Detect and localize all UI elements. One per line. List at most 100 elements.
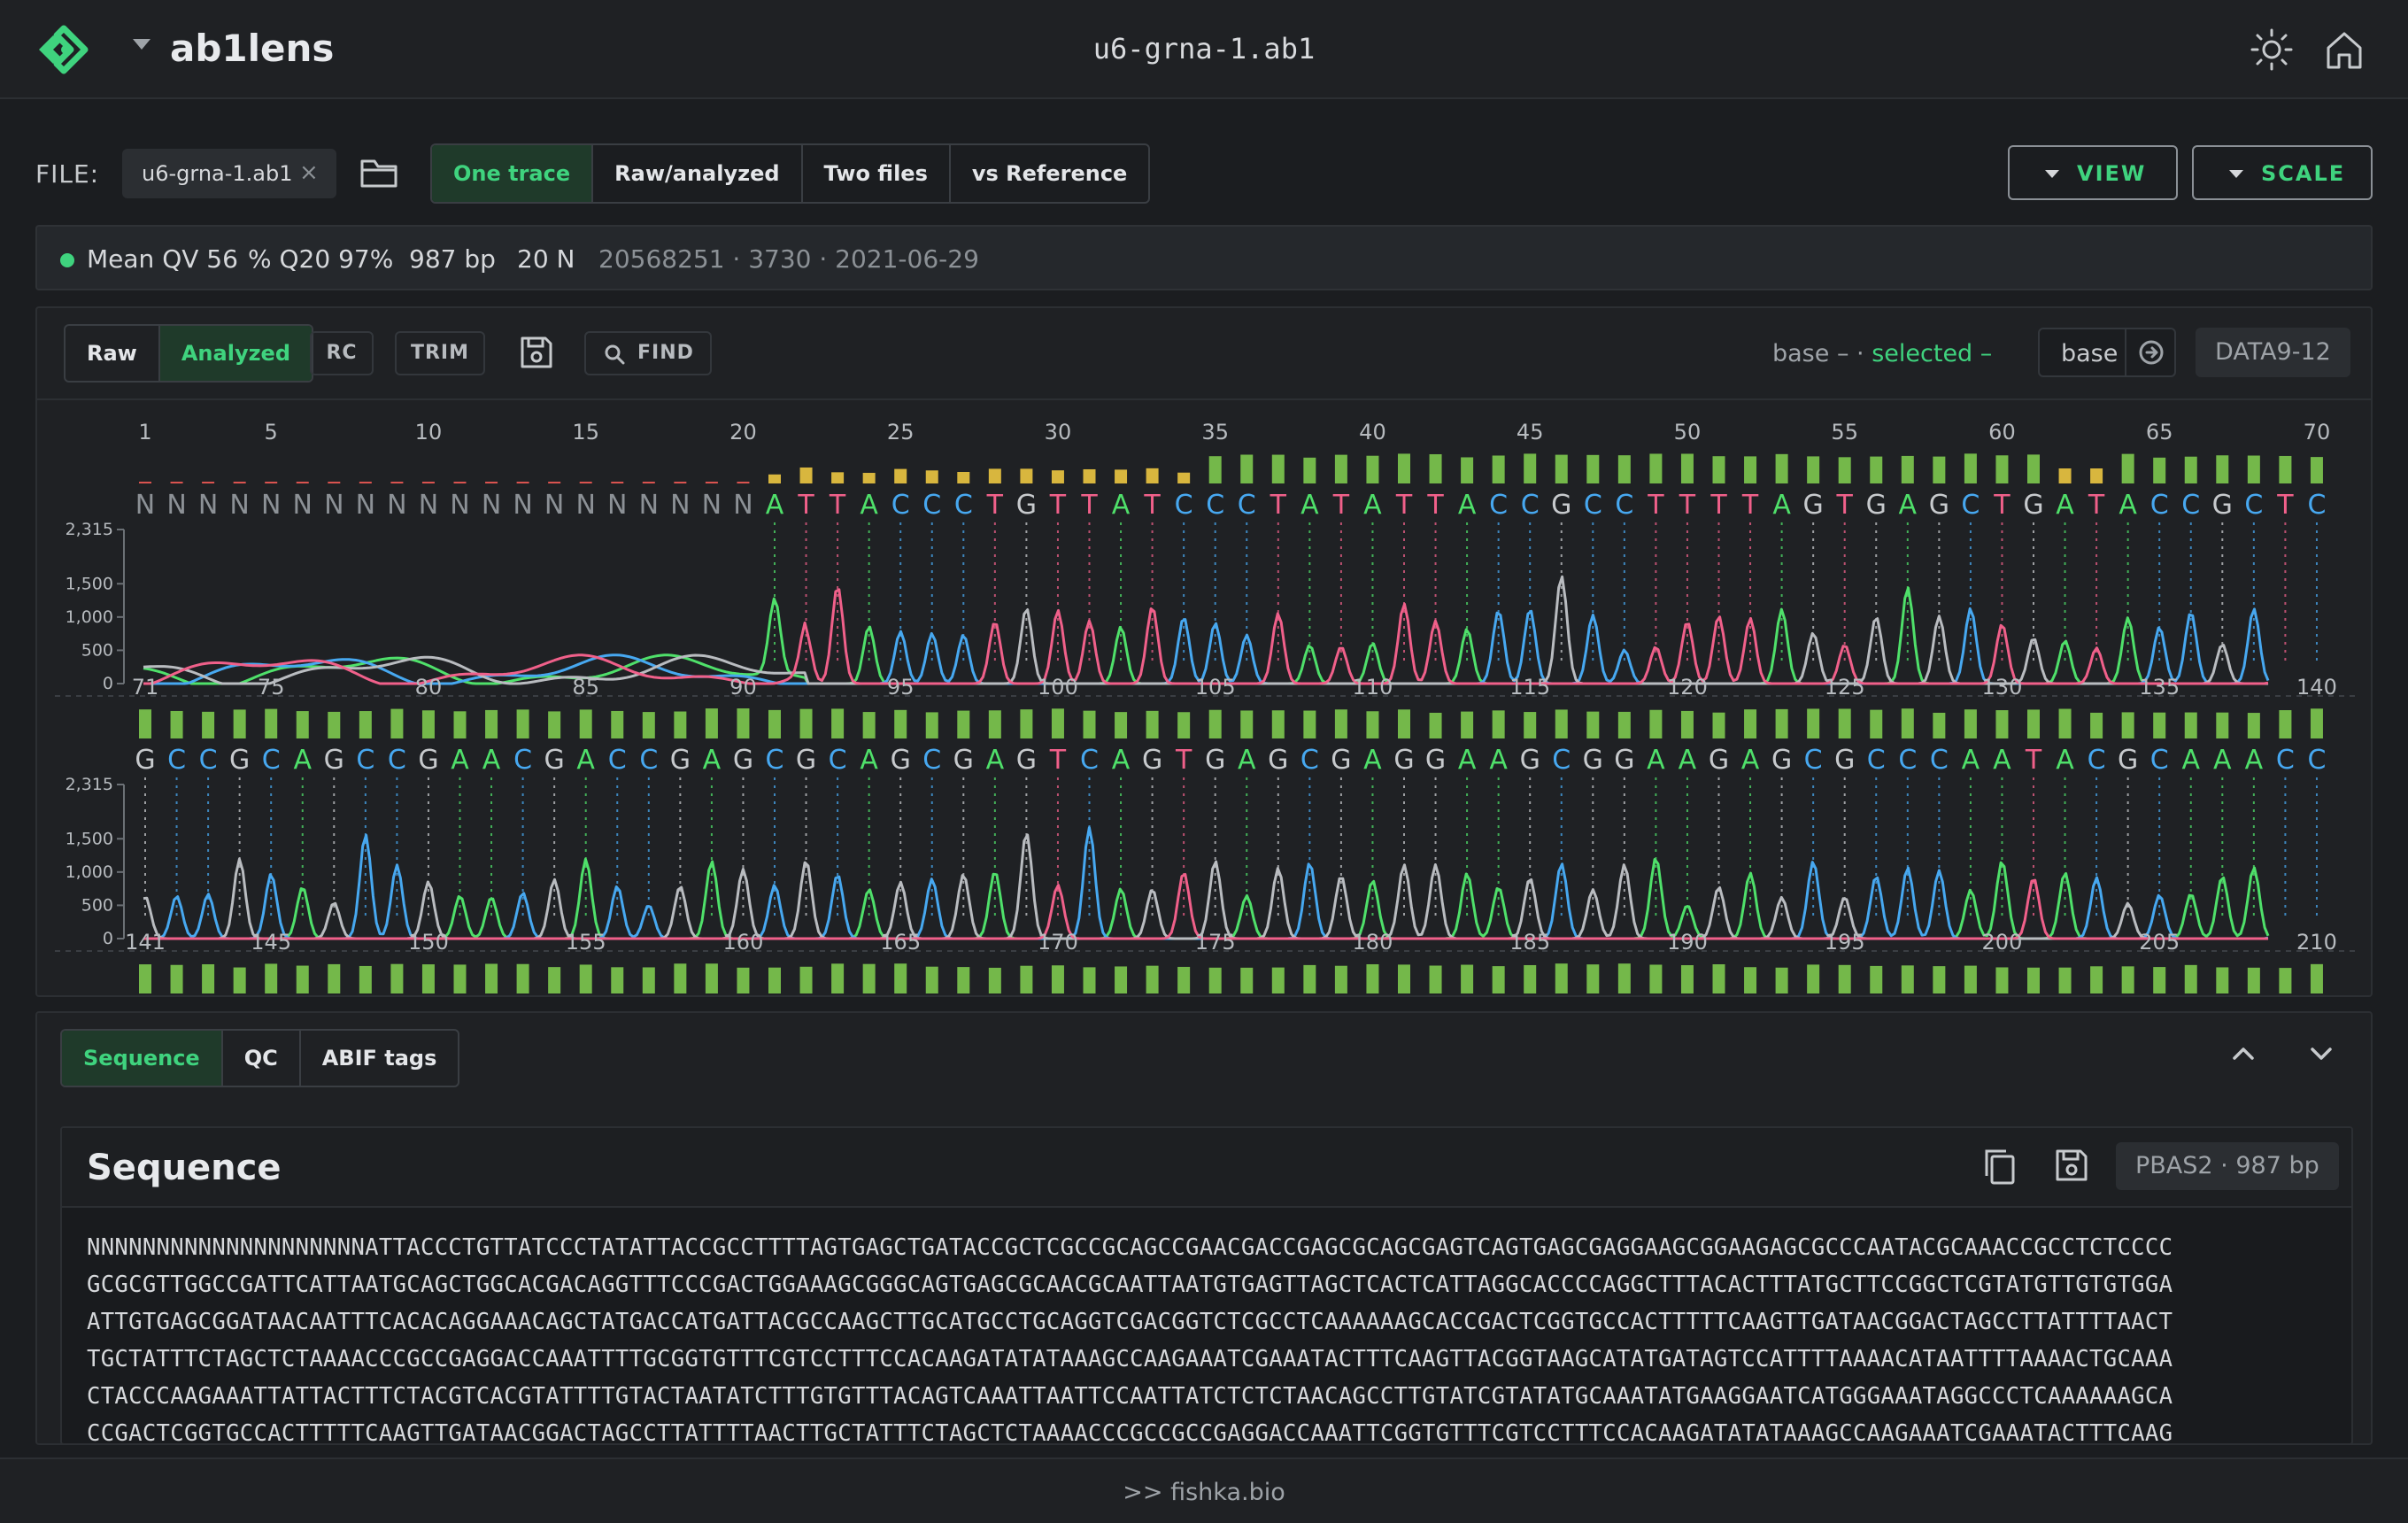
quality-bar: [1177, 966, 1191, 993]
scale-dropdown-button[interactable]: SCALE: [2192, 145, 2373, 200]
quality-bar: [737, 708, 750, 738]
file-chip[interactable]: u6-grna-1.ab1 ×: [122, 149, 336, 198]
view-dropdown-button[interactable]: VIEW: [2008, 145, 2178, 200]
mode-one-trace-button[interactable]: One trace: [432, 145, 592, 202]
quality-bar: [2216, 455, 2229, 483]
base-call-label: T: [1332, 490, 1350, 521]
quality-bar: [894, 468, 907, 483]
quality-bar: [1775, 453, 1788, 483]
base-call-label: C: [891, 490, 910, 521]
mode-two-files-button[interactable]: Two files: [800, 145, 949, 202]
base-call-label: G: [1016, 745, 1037, 776]
position-tick-label: 210: [2296, 930, 2337, 955]
home-icon[interactable]: [2321, 27, 2367, 73]
quality-bar: [1146, 710, 1159, 738]
base-call-label: N: [607, 490, 627, 521]
base-call-label: N: [450, 490, 469, 521]
base-call-label: A: [1363, 490, 1382, 521]
quality-bar: [233, 481, 246, 483]
footer-credit-link[interactable]: >> fishka.bio: [0, 1479, 2408, 1506]
quality-bar: [1617, 455, 1631, 483]
quality-bar: [1461, 711, 1474, 738]
analyzed-button[interactable]: Analyzed: [158, 326, 313, 381]
quality-bar: [1617, 963, 1631, 993]
go-to-base-button[interactable]: [2125, 329, 2174, 375]
trim-button[interactable]: TRIM: [395, 331, 485, 375]
tab-sequence[interactable]: Sequence: [62, 1031, 221, 1086]
quality-bar: [516, 709, 529, 738]
quality-bar: [2121, 453, 2134, 483]
chevron-up-icon[interactable]: [2227, 1038, 2259, 1070]
base-call-label: G: [1709, 745, 1729, 776]
theme-toggle-sun-icon[interactable]: [2249, 27, 2295, 73]
base-call-label: G: [1142, 745, 1162, 776]
base-call-label: C: [1804, 745, 1823, 776]
quality-bar: [296, 965, 309, 993]
save-trace-icon[interactable]: [517, 333, 556, 372]
base-call-label: T: [2088, 490, 2105, 521]
quality-bar: [737, 967, 750, 993]
app-menu-caret-icon[interactable]: [133, 39, 150, 50]
position-tick-label: 65: [2146, 420, 2173, 445]
quality-bar: [1807, 456, 1820, 483]
quality-bar: [421, 710, 435, 738]
mode-vs-reference-button[interactable]: vs Reference: [948, 145, 1148, 202]
chevron-down-icon[interactable]: [2305, 1038, 2337, 1070]
base-call-label: A: [766, 490, 784, 521]
base-call-label: A: [703, 745, 722, 776]
quality-bar: [2058, 708, 2072, 738]
quality-bar: [1870, 709, 1883, 738]
find-button[interactable]: FIND: [584, 331, 712, 375]
base-call-label: T: [797, 490, 814, 521]
quality-bar: [1366, 455, 1379, 483]
quality-bar: [170, 710, 183, 738]
chromatogram-chart[interactable]: 1 5 10 15 20 25 30 35 40 45 50 55 60 65 70N N N N N N N N N N N N…: [37, 400, 2373, 997]
sequence-card: Sequence PBAS2 · 987 bp NNNNNNNNNNNNNNNN…: [60, 1126, 2353, 1443]
tab-abif-tags[interactable]: ABIF tags: [298, 1031, 459, 1086]
quality-bar: [1712, 964, 1725, 993]
quality-bar: [1901, 708, 1914, 738]
quality-bar: [2184, 712, 2197, 738]
quality-bar: [862, 473, 876, 483]
base-call-label: C: [2088, 745, 2106, 776]
close-file-icon[interactable]: ×: [299, 159, 319, 186]
reverse-complement-button[interactable]: RC: [310, 331, 374, 375]
quality-bar: [2058, 967, 2072, 993]
copy-icon[interactable]: [1981, 1146, 2020, 1188]
base-call-label: C: [1867, 745, 1886, 776]
quality-bar: [1901, 965, 1914, 993]
quality-bar: [1744, 456, 1757, 483]
quality-bar: [799, 467, 813, 483]
save-sequence-icon[interactable]: [2052, 1146, 2091, 1185]
base-call-label: N: [261, 490, 281, 521]
base-jump-input[interactable]: base: [2038, 328, 2176, 377]
quality-bar: [1083, 710, 1096, 738]
tab-qc[interactable]: QC: [220, 1031, 299, 1086]
quality-bar: [611, 710, 624, 738]
quality-bar: [2279, 968, 2292, 993]
base-call-label: G: [418, 745, 438, 776]
position-tick-label: 145: [251, 930, 291, 955]
y-tick-label: 500: [81, 895, 113, 915]
base-call-label: G: [2212, 490, 2233, 521]
sequence-text[interactable]: NNNNNNNNNNNNNNNNNNNNATTACCCTGTTATCCCTATA…: [87, 1229, 2335, 1443]
ab1lens-logo-icon[interactable]: [34, 23, 94, 76]
base-call-label: C: [2244, 490, 2263, 521]
open-folder-icon[interactable]: [359, 156, 398, 191]
quality-bar: [1649, 709, 1663, 738]
quality-bar: [1429, 712, 1442, 738]
mode-raw-analyzed-button[interactable]: Raw/analyzed: [591, 145, 800, 202]
quality-bar: [1051, 470, 1064, 483]
base-call-label: C: [1080, 745, 1099, 776]
bottom-panel: Sequence QC ABIF tags Sequence PBAS2 · 9…: [35, 1011, 2373, 1445]
position-tick-label: 50: [1674, 420, 1702, 445]
sequence-card-header: Sequence PBAS2 · 987 bp: [62, 1128, 2351, 1208]
raw-button[interactable]: Raw: [66, 326, 158, 381]
base-call-label: T: [829, 490, 846, 521]
quality-bar: [1649, 453, 1663, 483]
base-call-label: C: [1489, 490, 1508, 521]
quality-bar: [1555, 454, 1568, 483]
base-call-label: C: [1238, 490, 1256, 521]
base-call-label: T: [1049, 490, 1067, 521]
quality-bar: [1398, 964, 1410, 993]
